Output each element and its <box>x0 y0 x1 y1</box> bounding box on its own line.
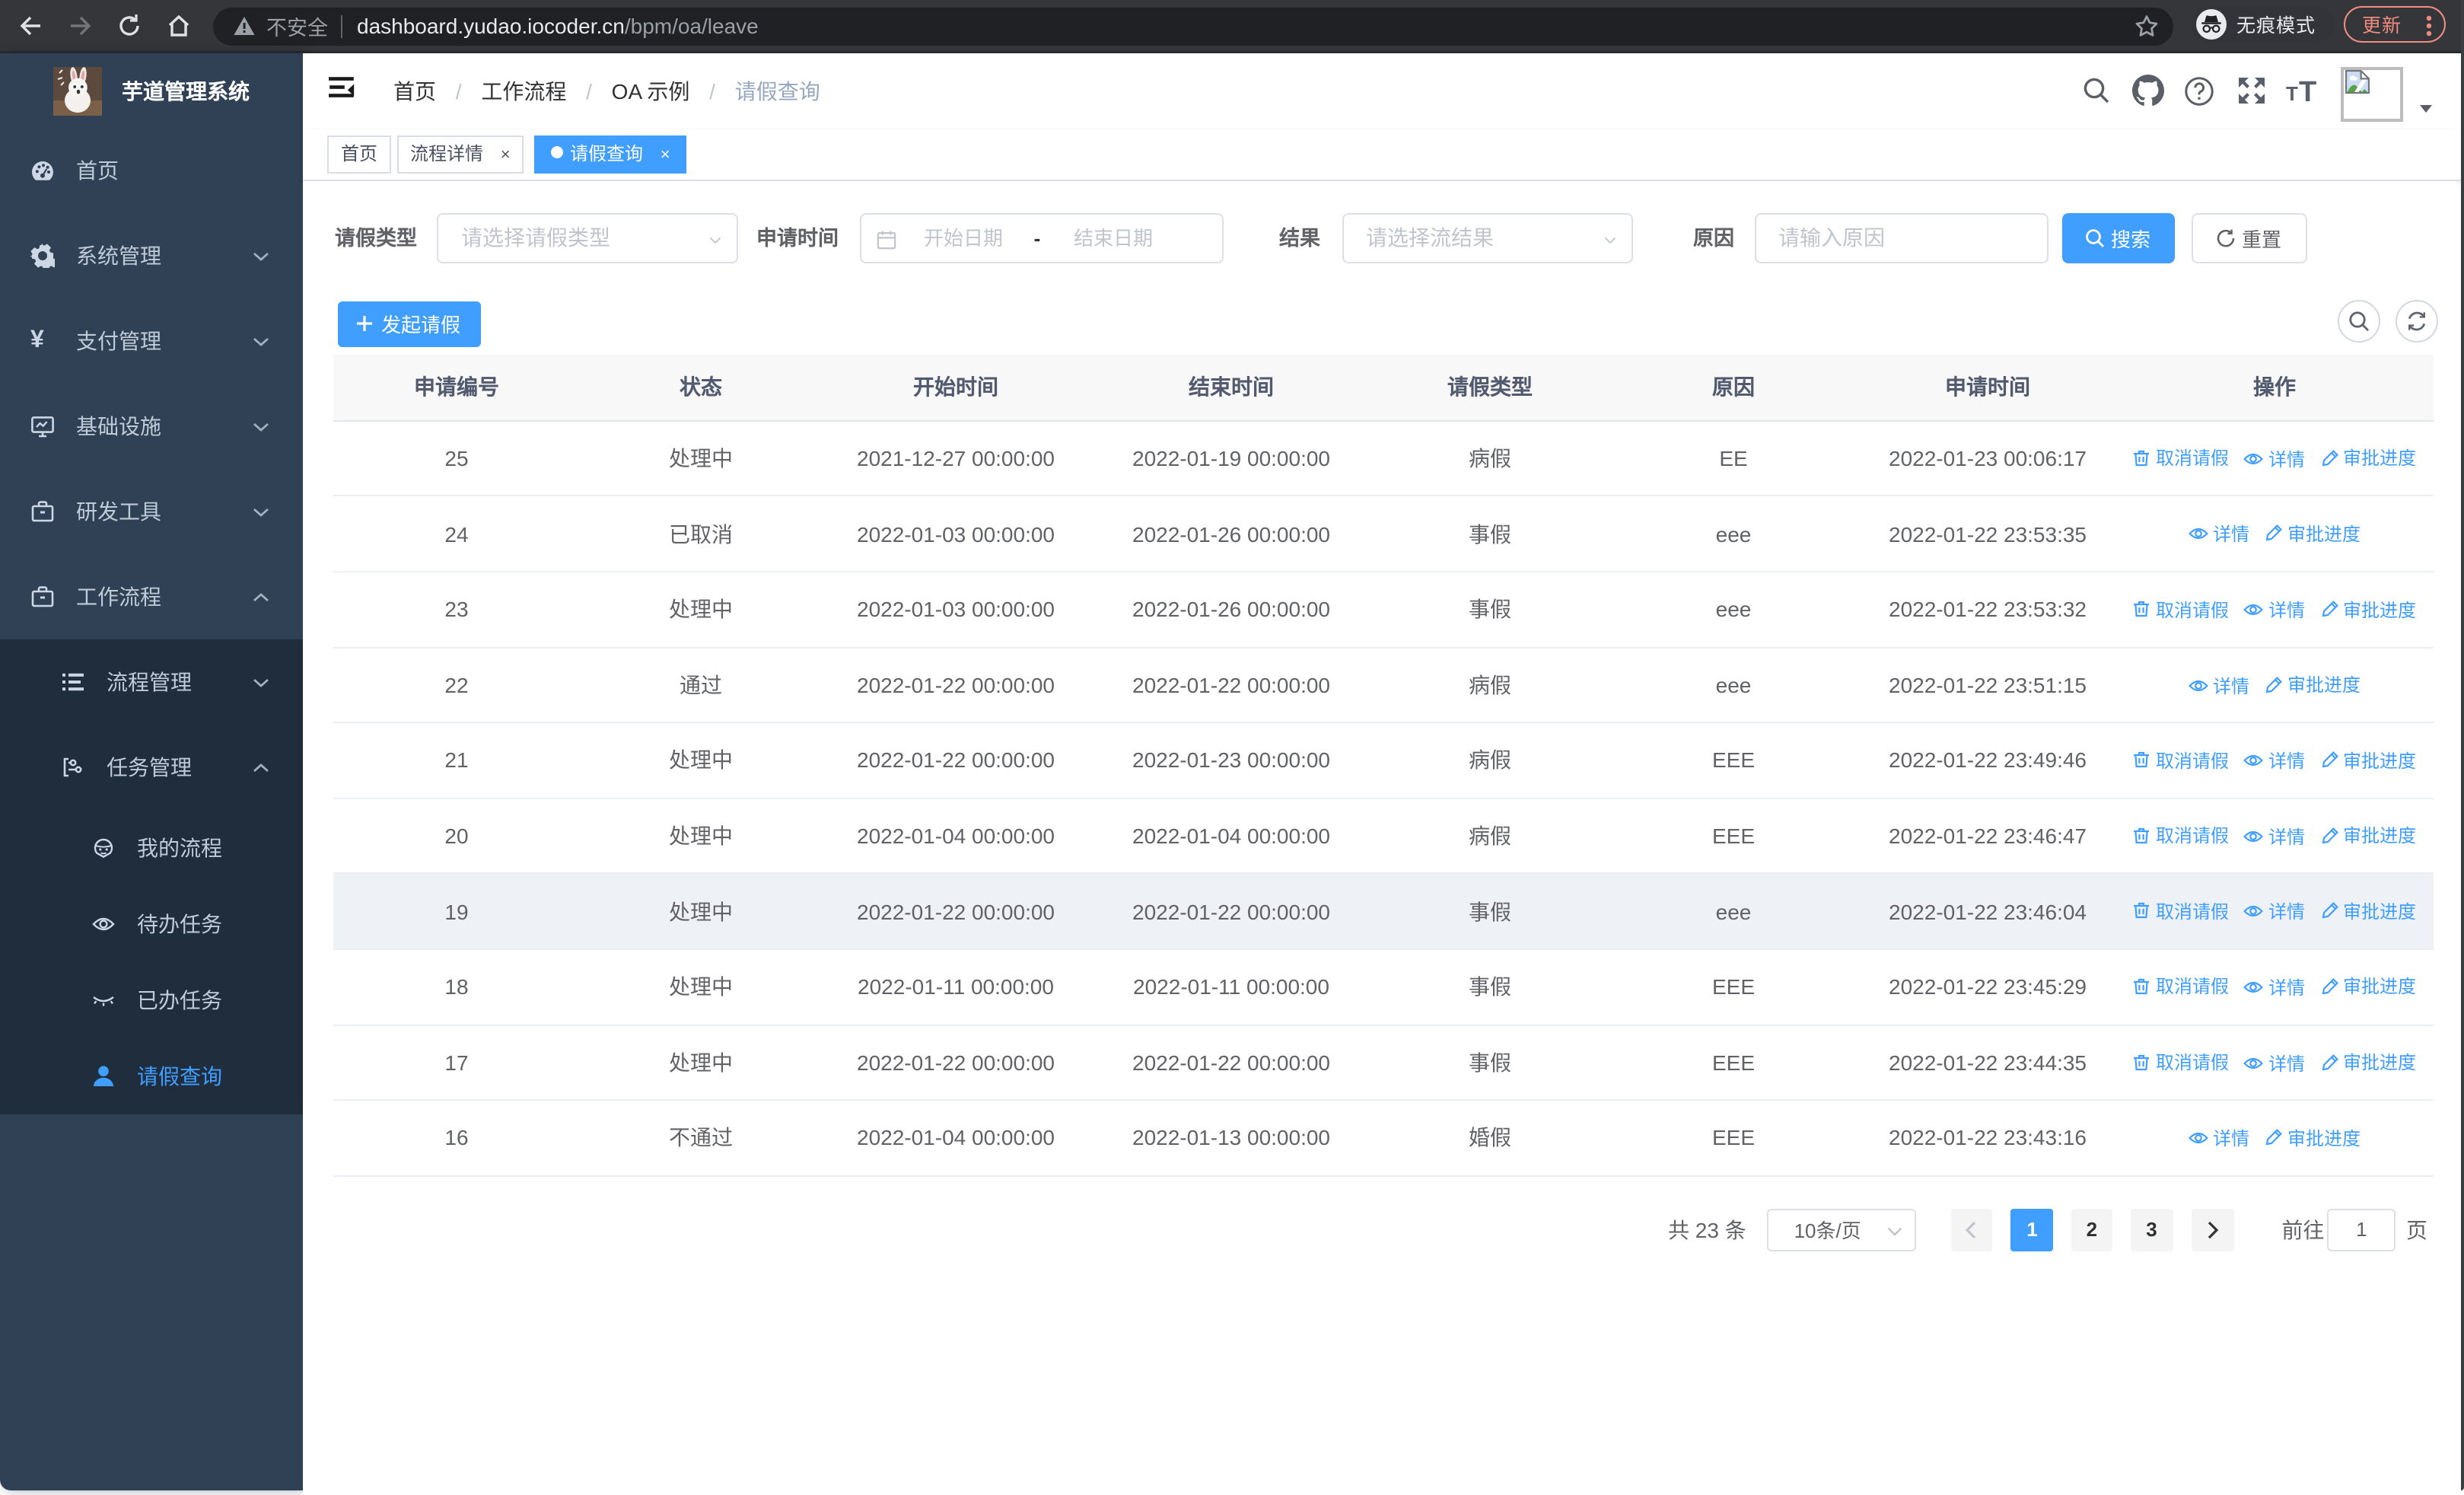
svg-text:T: T <box>2286 81 2298 104</box>
svg-text:T: T <box>2299 75 2316 106</box>
